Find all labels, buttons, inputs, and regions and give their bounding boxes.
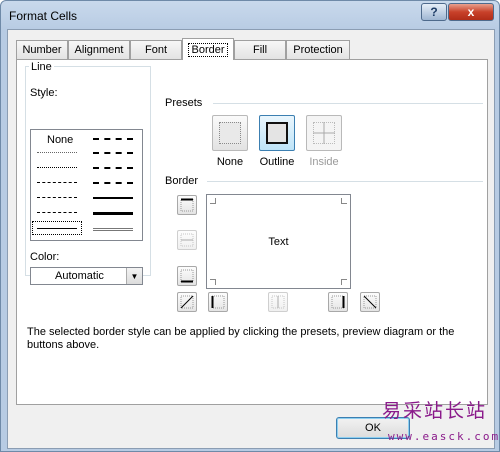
color-value: Automatic: [55, 270, 104, 282]
line-group-label: Line: [29, 61, 54, 73]
line-style-hair[interactable]: [33, 146, 81, 158]
preset-inside-button: [306, 115, 342, 151]
border-diagonal-down-icon: [363, 295, 377, 309]
watermark-url-text: www.easck.com: [388, 430, 500, 443]
line-style-thin[interactable]: [32, 221, 82, 235]
preset-outline-button[interactable]: [259, 115, 295, 151]
border-preview-diagram[interactable]: Text: [206, 194, 351, 289]
line-style-list[interactable]: None: [30, 129, 143, 241]
line-style-dotted[interactable]: [33, 161, 81, 173]
preview-corner-mark: [210, 198, 216, 204]
border-left-icon: [211, 295, 225, 309]
tab-font[interactable]: Font: [130, 40, 182, 59]
border-top-button[interactable]: [177, 195, 197, 215]
preset-none-icon: [219, 122, 241, 144]
preset-outline-icon: [266, 122, 288, 144]
hint-text: The selected border style can be applied…: [27, 326, 455, 351]
border-inside-horizontal-icon: [180, 233, 194, 247]
border-diagonal-up-icon: [180, 295, 194, 309]
close-icon: x: [467, 5, 475, 19]
watermark-chinese-text: 易采站长站: [382, 400, 488, 422]
border-tab-panel: Line Style: None Color: Automatic ▼ Pres…: [16, 59, 488, 405]
window-title: Format Cells: [9, 9, 78, 23]
help-button[interactable]: ?: [421, 3, 447, 21]
presets-group-label: Presets: [165, 97, 203, 109]
preset-none-label: None: [216, 156, 244, 168]
close-button[interactable]: x: [448, 3, 494, 21]
border-diagonal-down-button[interactable]: [360, 292, 380, 312]
border-diagonal-up-button[interactable]: [177, 292, 197, 312]
color-label: Color:: [30, 251, 60, 263]
line-style-dash-dot-dot[interactable]: [33, 176, 81, 188]
preset-none-button[interactable]: [212, 115, 248, 151]
line-style-thick[interactable]: [89, 206, 137, 218]
preset-outline-label: Outline: [259, 156, 295, 168]
line-style-medium-dashed[interactable]: [89, 176, 137, 188]
border-top-icon: [180, 198, 194, 212]
border-right-button[interactable]: [328, 292, 348, 312]
line-style-none[interactable]: None: [33, 132, 81, 146]
border-inside-vertical-icon: [271, 295, 285, 309]
preset-inside-label: Inside: [309, 156, 339, 168]
preview-text: Text: [268, 236, 289, 248]
tab-number[interactable]: Number: [16, 40, 68, 59]
presets-separator: [213, 103, 483, 104]
title-bar[interactable]: Format Cells ? x: [1, 1, 499, 31]
border-separator: [207, 181, 483, 182]
tab-alignment[interactable]: Alignment: [68, 40, 130, 59]
format-cells-dialog: Format Cells ? x Number Alignment Font B…: [0, 0, 500, 452]
preview-corner-mark: [341, 198, 347, 204]
line-style-double[interactable]: [89, 222, 137, 234]
line-style-medium[interactable]: [89, 191, 137, 203]
border-group-label: Border: [165, 175, 199, 187]
chevron-down-icon[interactable]: ▼: [126, 268, 142, 284]
border-inside-horizontal-button: [177, 230, 197, 250]
border-inside-vertical-button: [268, 292, 288, 312]
border-left-button[interactable]: [208, 292, 228, 312]
watermark: 易采站长站 www.easck.com: [378, 394, 500, 452]
tab-border[interactable]: Border: [182, 38, 234, 60]
preset-inside-icon: [313, 122, 335, 144]
line-style-dash-dot[interactable]: [33, 191, 81, 203]
help-icon: ?: [430, 5, 438, 19]
color-dropdown[interactable]: Automatic ▼: [30, 267, 143, 285]
border-bottom-icon: [180, 269, 194, 283]
tab-protection[interactable]: Protection: [286, 40, 350, 59]
line-style-slant-dash-dot[interactable]: [89, 146, 137, 158]
dialog-client-area: Number Alignment Font Border Fill Protec…: [7, 29, 495, 449]
line-style-dashed[interactable]: [33, 206, 81, 218]
line-style-medium-dash-dot[interactable]: [89, 161, 137, 173]
preview-corner-mark: [210, 279, 216, 285]
style-label: Style:: [30, 87, 58, 99]
preview-corner-mark: [341, 279, 347, 285]
border-bottom-button[interactable]: [177, 266, 197, 286]
line-style-medium-dash-dot-dot[interactable]: [89, 132, 137, 144]
border-right-icon: [331, 295, 345, 309]
tab-fill[interactable]: Fill: [234, 40, 286, 59]
